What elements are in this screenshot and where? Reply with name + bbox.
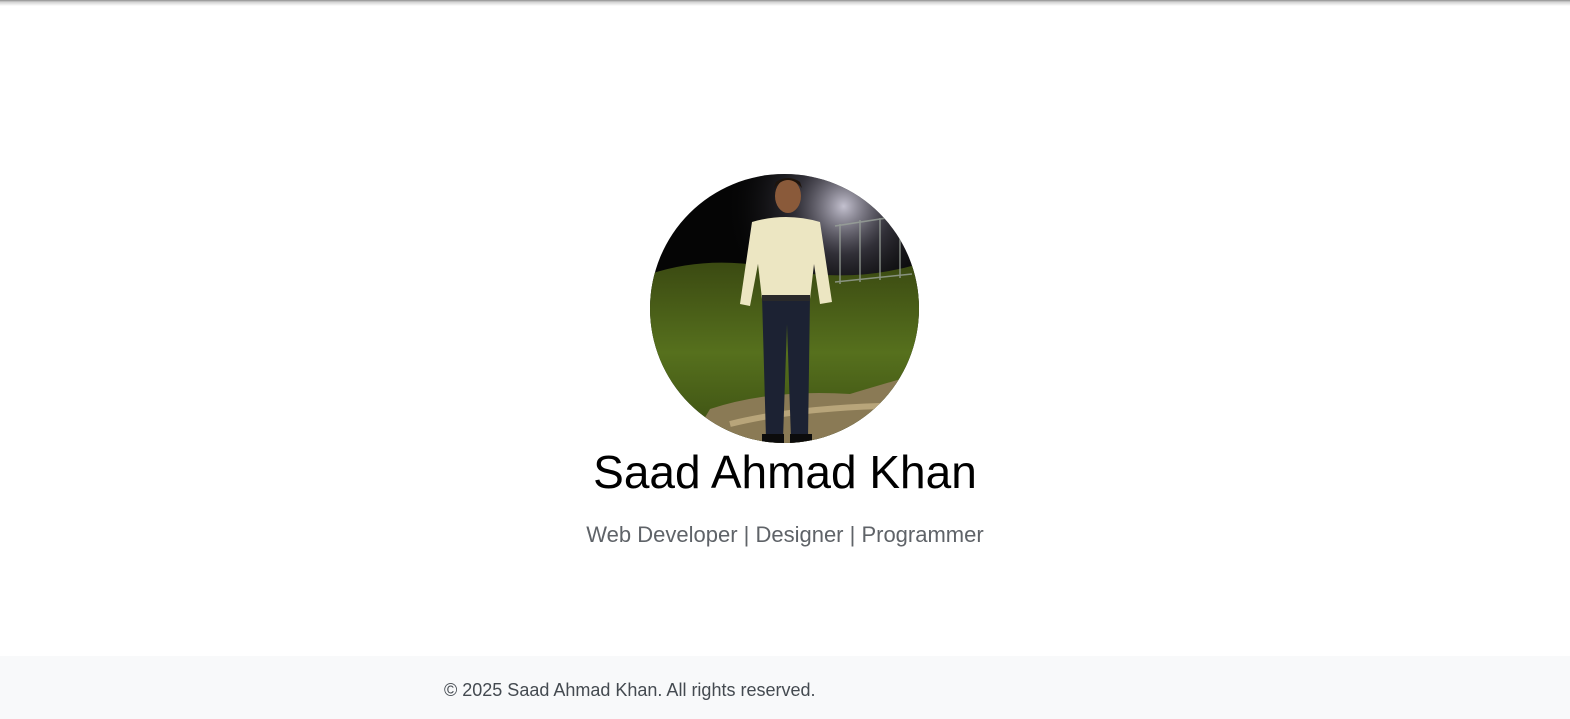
profile-photo: [650, 174, 919, 443]
page: Saad Ahmad Khan Web Developer | Designer…: [0, 0, 1570, 719]
footer-copyright: © 2025 Saad Ahmad Khan. All rights reser…: [444, 680, 816, 700]
profile-tagline: Web Developer | Designer | Programmer: [586, 522, 984, 547]
footer: © 2025 Saad Ahmad Khan. All rights reser…: [0, 656, 1570, 719]
hero-section: Saad Ahmad Khan Web Developer | Designer…: [0, 0, 1570, 656]
profile-name: Saad Ahmad Khan: [593, 446, 977, 498]
